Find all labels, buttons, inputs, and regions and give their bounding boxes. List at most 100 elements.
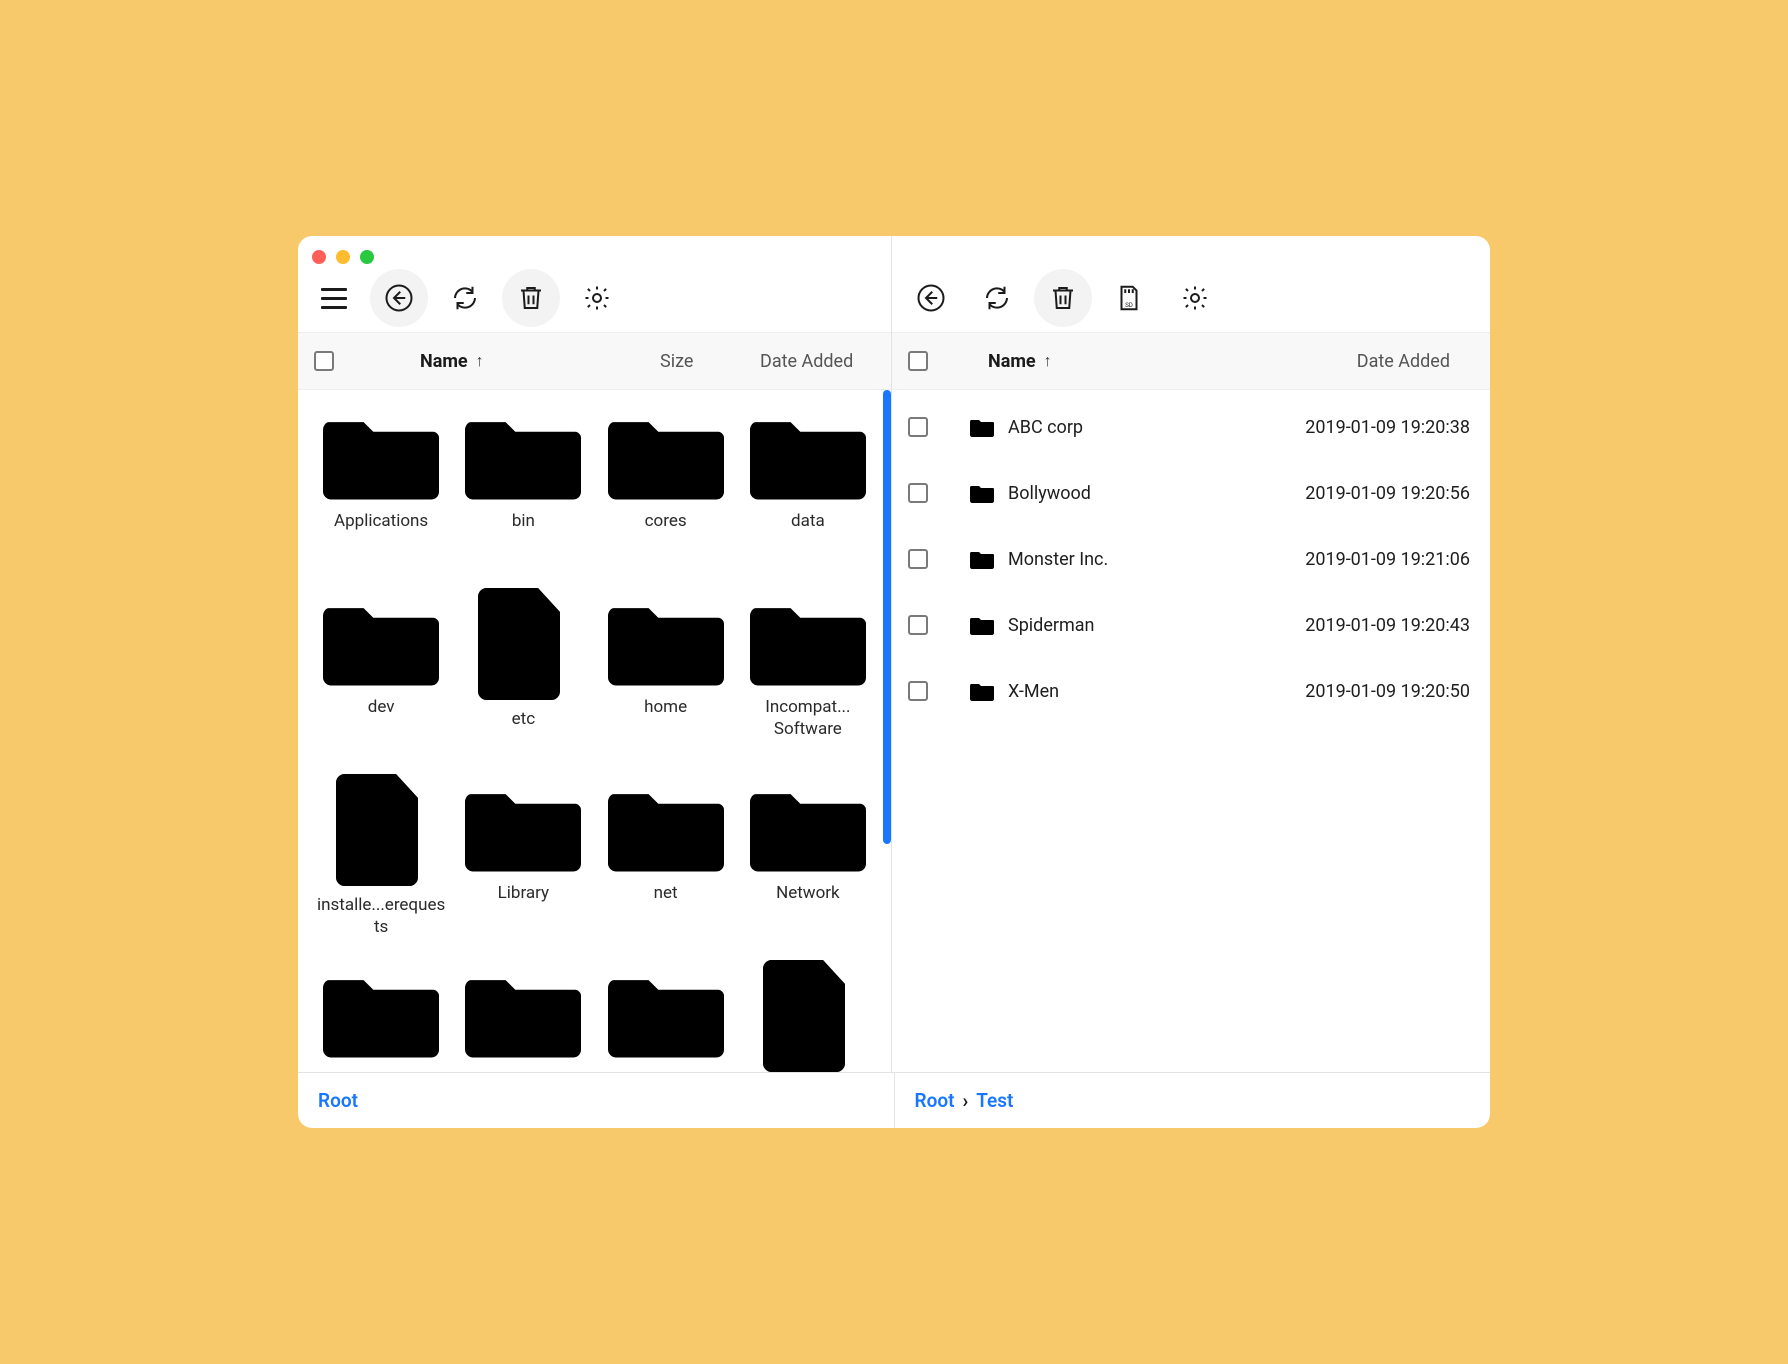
item-label: installe...erequests [316, 894, 446, 938]
column-date-label[interactable]: Date Added [1357, 351, 1450, 372]
folder-item[interactable]: cores [599, 408, 733, 594]
folder-icon [750, 594, 866, 688]
item-label: net [654, 882, 678, 904]
scrollbar[interactable] [883, 390, 891, 844]
select-all-checkbox[interactable] [908, 351, 928, 371]
row-checkbox[interactable] [908, 615, 928, 635]
folder-icon [608, 594, 724, 688]
row-name: X-Men [1008, 681, 1262, 702]
row-date: 2019-01-09 19:20:50 [1305, 681, 1470, 702]
item-label: Network [776, 882, 840, 904]
item-label: Library [498, 882, 549, 904]
sort-by-name[interactable]: Name ↑ [420, 351, 620, 372]
folder-icon [970, 681, 994, 701]
folder-item[interactable] [599, 966, 733, 1072]
row-name: Spiderman [1008, 615, 1262, 636]
right-list: ABC corp2019-01-09 19:20:38 Bollywood 2019… [892, 390, 1490, 1072]
chevron-right-icon: › [962, 1089, 968, 1112]
refresh-icon [982, 283, 1012, 313]
row-date: 2019-01-09 19:20:43 [1305, 615, 1470, 636]
folder-item[interactable] [456, 966, 590, 1072]
file-item[interactable]: installe...erequests [314, 780, 448, 966]
arrow-back-icon [384, 283, 414, 313]
item-label: data [791, 510, 825, 532]
folder-icon [323, 408, 439, 502]
folder-icon [608, 408, 724, 502]
select-all-checkbox[interactable] [314, 351, 334, 371]
file-icon [336, 774, 426, 886]
file-item[interactable]: etc [456, 594, 590, 780]
folder-icon [970, 417, 994, 437]
folder-item[interactable]: home [599, 594, 733, 780]
folder-item[interactable]: Library [456, 780, 590, 966]
file-icon [763, 960, 853, 1072]
right-pane: SD Name ↑ Date Added ABC corp2019-01-09 … [892, 236, 1490, 1072]
row-checkbox[interactable] [908, 417, 928, 437]
settings-button[interactable] [568, 269, 626, 327]
folder-item[interactable]: data [741, 408, 875, 594]
app-window: Name ↑ Size Date Added Applications bin co… [298, 236, 1490, 1128]
zoom-window-button[interactable] [360, 250, 374, 264]
column-date-label[interactable]: Date Added [760, 351, 853, 372]
sort-by-name[interactable]: Name ↑ [988, 351, 1248, 372]
folder-item[interactable]: net [599, 780, 733, 966]
delete-button[interactable] [502, 269, 560, 327]
delete-button[interactable] [1034, 269, 1092, 327]
menu-button[interactable] [312, 288, 356, 309]
item-label: dev [368, 696, 395, 718]
row-checkbox[interactable] [908, 681, 928, 701]
list-row[interactable]: Monster Inc. 2019-01-09 19:21:06 [892, 526, 1490, 592]
file-item[interactable] [741, 966, 875, 1072]
folder-icon [608, 780, 724, 874]
close-window-button[interactable] [312, 250, 326, 264]
list-row[interactable]: X-Men 2019-01-09 19:20:50 [892, 658, 1490, 724]
folder-item[interactable]: Network [741, 780, 875, 966]
back-button[interactable] [370, 269, 428, 327]
window-controls [312, 250, 374, 264]
right-breadcrumb: Root › Test [894, 1073, 1491, 1128]
settings-button[interactable] [1166, 269, 1224, 327]
left-grid: Applications bin cores data dev etc homeIncomp… [298, 390, 891, 1072]
folder-icon [750, 408, 866, 502]
left-breadcrumb: Root [298, 1073, 894, 1128]
column-size-label[interactable]: Size [660, 351, 740, 372]
folder-item[interactable]: Applications [314, 408, 448, 594]
row-checkbox[interactable] [908, 483, 928, 503]
left-pane: Name ↑ Size Date Added Applications bin co… [298, 236, 892, 1072]
row-date: 2019-01-09 19:20:56 [1305, 483, 1470, 504]
item-label: bin [512, 510, 535, 532]
row-name: Bollywood [1008, 483, 1262, 504]
left-toolbar [298, 236, 891, 332]
refresh-icon [450, 283, 480, 313]
item-label: etc [512, 708, 535, 730]
sort-asc-icon: ↑ [1044, 351, 1052, 371]
list-row[interactable]: ABC corp2019-01-09 19:20:38 [892, 394, 1490, 460]
item-label: Incompat... Software [743, 696, 873, 740]
back-button[interactable] [902, 269, 960, 327]
folder-icon [465, 780, 581, 874]
row-checkbox[interactable] [908, 549, 928, 569]
folder-icon [970, 549, 994, 569]
item-label: Applications [334, 510, 428, 532]
gear-icon [1180, 283, 1210, 313]
trash-icon [1048, 283, 1078, 313]
minimize-window-button[interactable] [336, 250, 350, 264]
row-name: Monster Inc. [1008, 549, 1262, 570]
row-date: 2019-01-09 19:21:06 [1305, 549, 1470, 570]
refresh-button[interactable] [968, 269, 1026, 327]
folder-icon [750, 780, 866, 874]
list-row[interactable]: Spiderman 2019-01-09 19:20:43 [892, 592, 1490, 658]
list-row[interactable]: Bollywood 2019-01-09 19:20:56 [892, 460, 1490, 526]
row-date: 2019-01-09 19:20:38 [1305, 417, 1470, 438]
folder-item[interactable]: Incompat... Software [741, 594, 875, 780]
column-name-label: Name [420, 351, 468, 372]
storage-button[interactable]: SD [1100, 269, 1158, 327]
breadcrumb-root[interactable]: Root [318, 1089, 358, 1112]
trash-icon [516, 283, 546, 313]
folder-item[interactable]: dev [314, 594, 448, 780]
folder-item[interactable]: bin [456, 408, 590, 594]
folder-item[interactable] [314, 966, 448, 1072]
breadcrumb-root[interactable]: Root [915, 1089, 955, 1112]
refresh-button[interactable] [436, 269, 494, 327]
breadcrumb-current[interactable]: Test [976, 1089, 1013, 1112]
